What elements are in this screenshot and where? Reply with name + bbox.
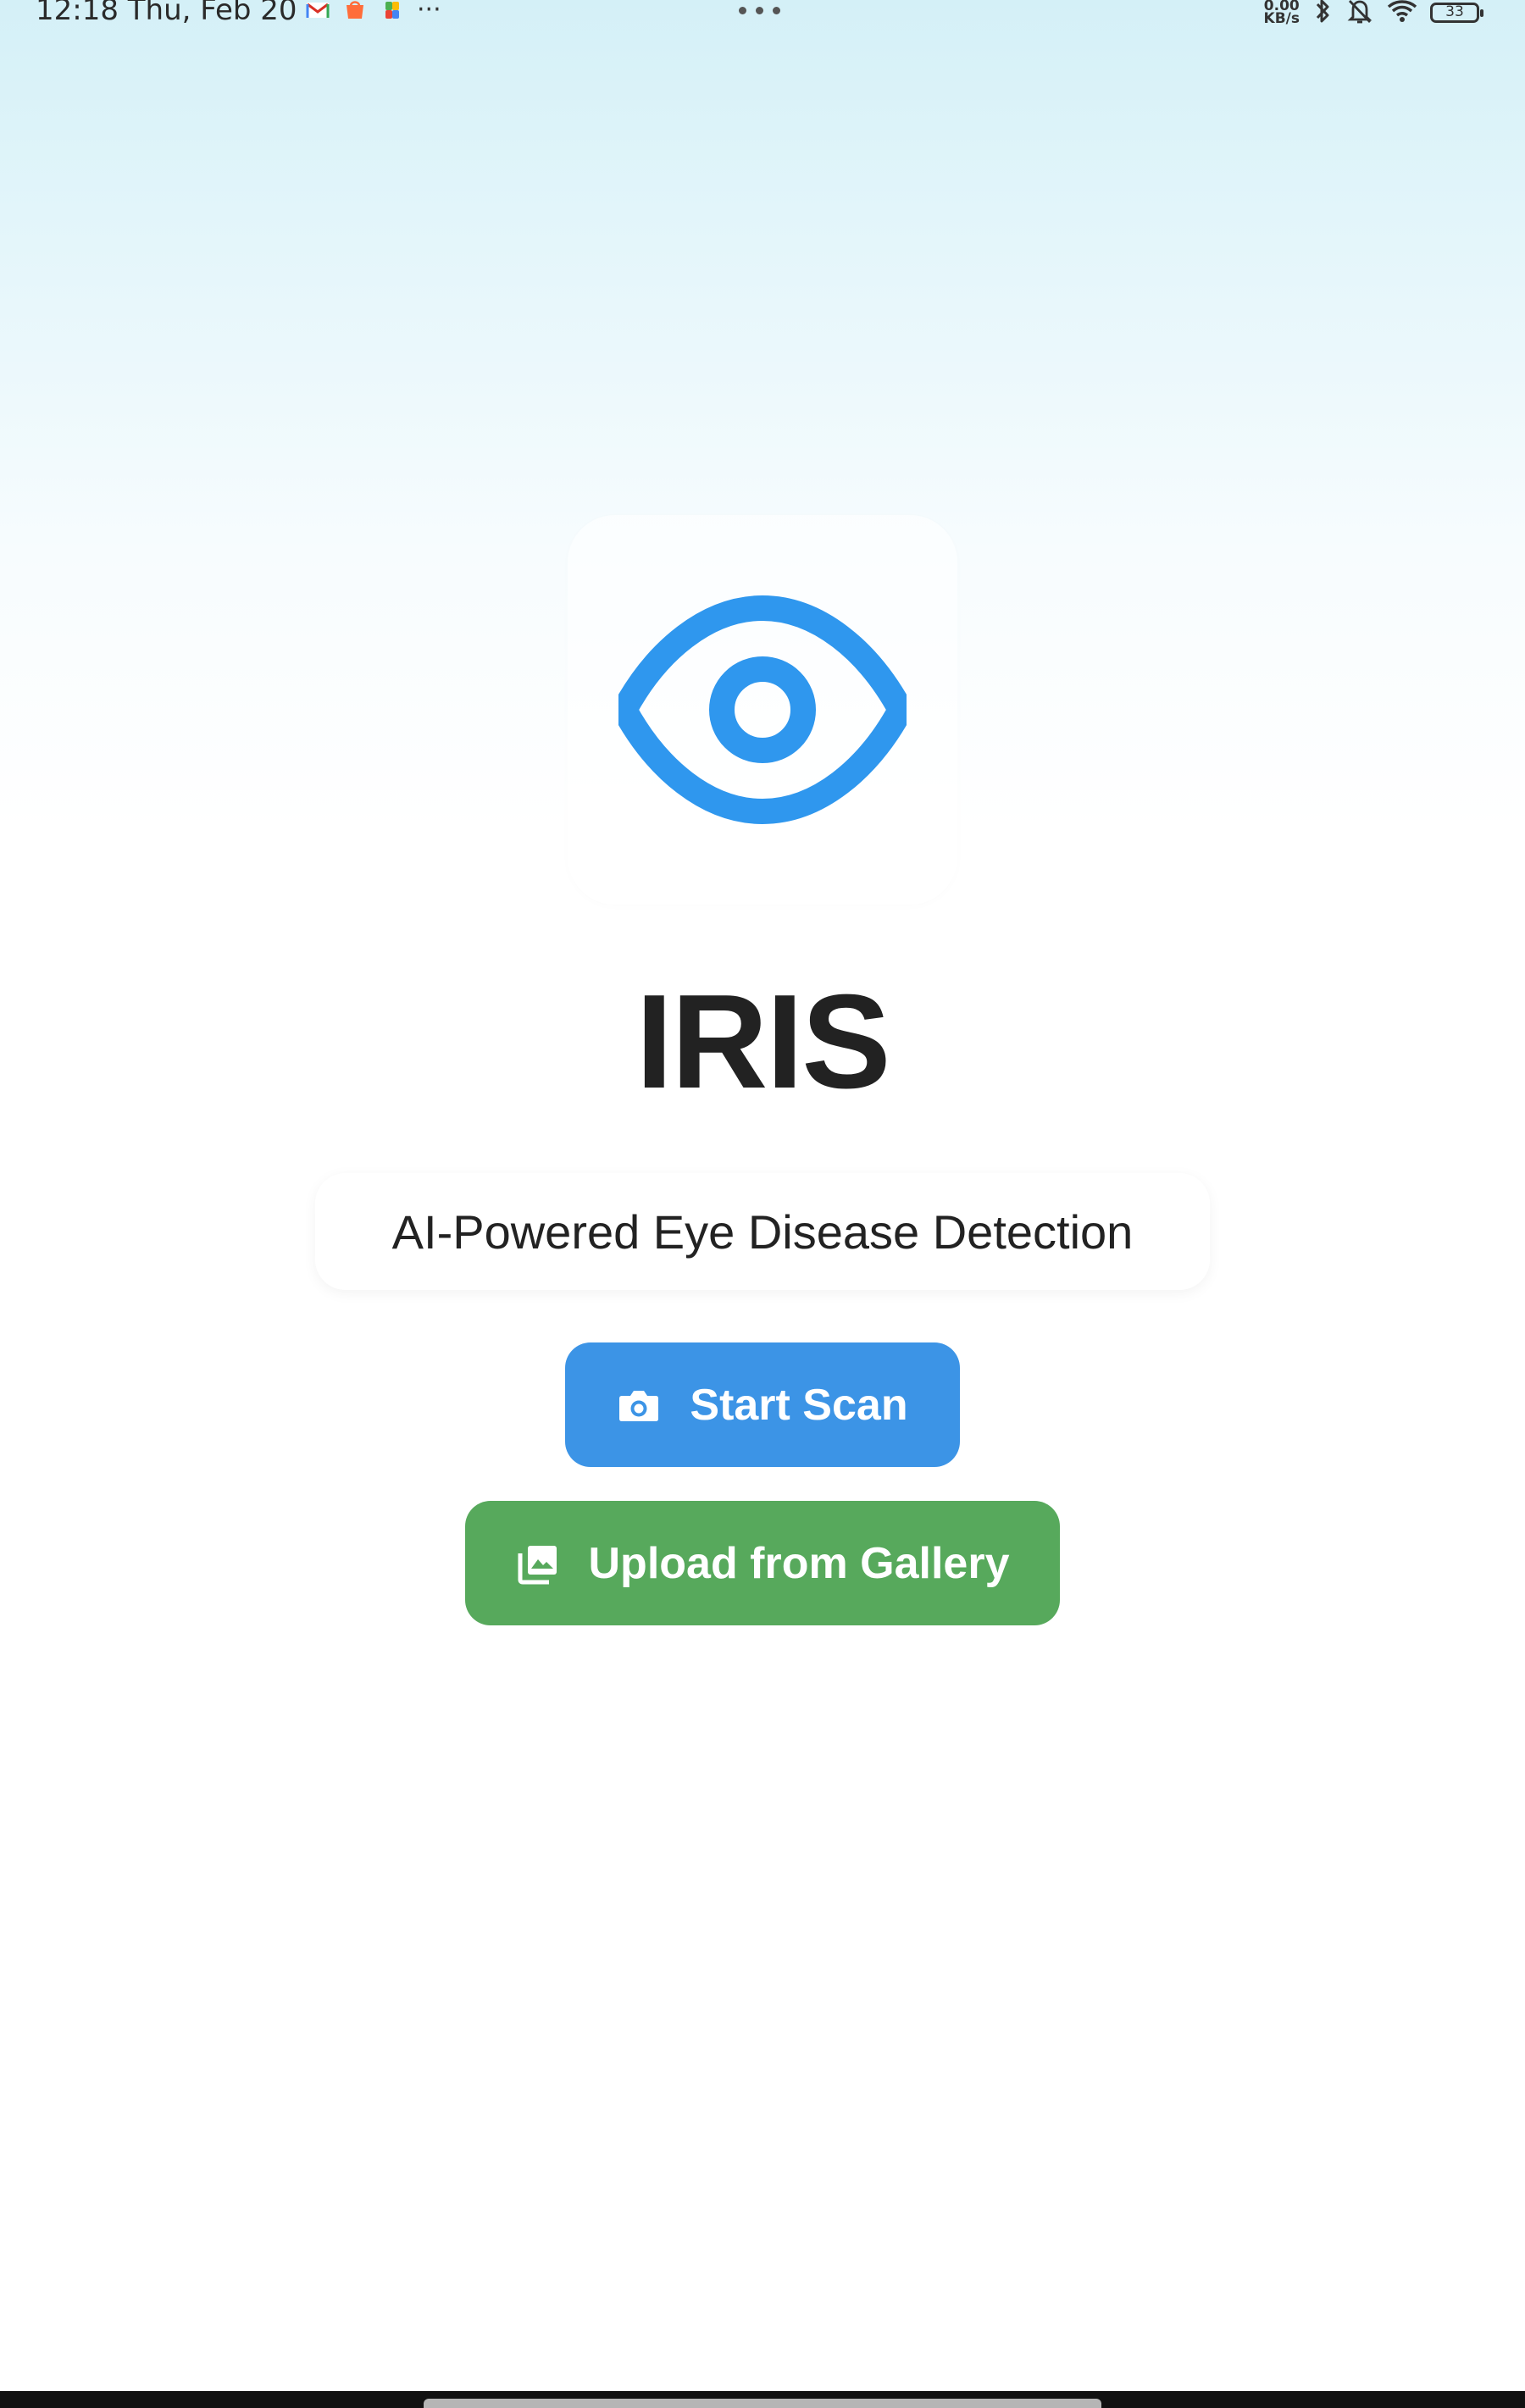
- camera-icon: [619, 1390, 659, 1421]
- notification-icons: ···: [305, 0, 441, 25]
- wifi-icon: [1386, 0, 1418, 27]
- battery-icon: 33: [1430, 3, 1483, 23]
- more-notifications-icon: ···: [417, 0, 441, 25]
- status-icons: 0.00 KB/s 33: [1263, 0, 1483, 29]
- eye-icon: [618, 595, 907, 824]
- home-indicator[interactable]: [424, 2399, 1101, 2408]
- start-scan-label: Start Scan: [690, 1380, 908, 1430]
- status-bar: 12:18 Thu, Feb 20 ··· 0.00 KB/s 33: [0, 0, 1525, 41]
- gmail-icon: [305, 0, 330, 20]
- photo-library-icon: [518, 1545, 557, 1584]
- bell-off-icon: [1345, 0, 1374, 29]
- window-menu-dots-icon[interactable]: [739, 7, 780, 14]
- status-time-date: 12:18 Thu, Feb 20: [36, 0, 297, 27]
- start-scan-button[interactable]: Start Scan: [565, 1342, 960, 1467]
- subtitle-card: AI-Powered Eye Disease Detection: [315, 1173, 1210, 1290]
- shopping-app-icon: [342, 0, 368, 20]
- app-title: IRIS: [635, 967, 890, 1116]
- app-logo-card: [568, 515, 957, 905]
- app-subtitle: AI-Powered Eye Disease Detection: [391, 1204, 1134, 1259]
- network-speed: 0.00 KB/s: [1263, 0, 1300, 27]
- upload-from-gallery-button[interactable]: Upload from Gallery: [465, 1501, 1060, 1625]
- network-speed-unit: KB/s: [1263, 10, 1300, 27]
- colorful-app-icon: [380, 0, 405, 20]
- upload-from-gallery-label: Upload from Gallery: [588, 1538, 1010, 1588]
- bluetooth-icon: [1312, 0, 1334, 29]
